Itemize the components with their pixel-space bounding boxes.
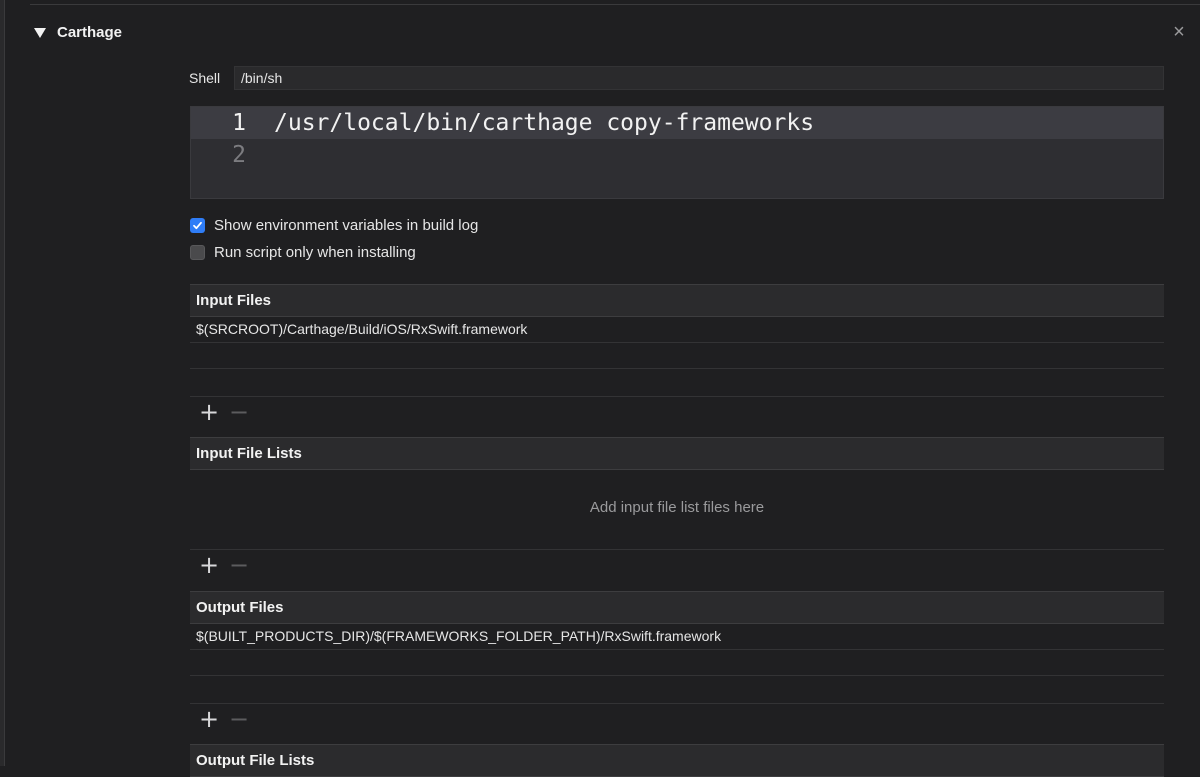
show-env-vars-checkbox[interactable] xyxy=(190,217,205,233)
remove-output-file-button[interactable]: − xyxy=(228,707,250,731)
top-divider xyxy=(30,4,1200,5)
disclosure-triangle-down-icon[interactable] xyxy=(34,27,46,38)
shell-row: Shell /bin/sh xyxy=(189,66,1164,90)
add-input-file-list-button[interactable]: + xyxy=(198,553,220,577)
script-editor[interactable]: 1 /usr/local/bin/carthage copy-framework… xyxy=(190,106,1164,199)
input-file-row[interactable] xyxy=(190,343,1164,369)
show-env-vars-option[interactable]: Show environment variables in build log xyxy=(190,215,478,235)
run-when-installing-checkbox[interactable] xyxy=(190,244,205,260)
remove-input-file-button[interactable]: − xyxy=(228,400,250,424)
add-output-file-button[interactable]: + xyxy=(198,707,220,731)
input-file-lists-controls: + − xyxy=(190,549,1164,580)
output-file-lists-header: Output File Lists xyxy=(190,744,1164,777)
left-border xyxy=(0,0,5,766)
show-env-vars-label: Show environment variables in build log xyxy=(214,216,479,234)
build-phase-title: Carthage xyxy=(57,23,123,41)
run-when-installing-label: Run script only when installing xyxy=(214,243,416,261)
code-text[interactable]: /usr/local/bin/carthage copy-frameworks xyxy=(274,110,814,136)
shell-label: Shell xyxy=(189,70,221,86)
input-files-header: Input Files xyxy=(190,284,1164,317)
input-files-controls: + − xyxy=(190,396,1164,427)
shell-input[interactable]: /bin/sh xyxy=(234,66,1164,90)
input-file-lists-placeholder: Add input file list files here xyxy=(589,499,765,516)
output-files-controls: + − xyxy=(190,703,1164,734)
output-files-header: Output Files xyxy=(190,591,1164,624)
checkmark-icon xyxy=(193,221,202,229)
close-icon[interactable]: × xyxy=(1170,21,1188,43)
code-line[interactable]: 1 /usr/local/bin/carthage copy-framework… xyxy=(191,107,1163,139)
remove-input-file-list-button[interactable]: − xyxy=(228,553,250,577)
run-when-installing-option[interactable]: Run script only when installing xyxy=(190,242,416,262)
output-file-row[interactable] xyxy=(190,650,1164,676)
add-input-file-button[interactable]: + xyxy=(198,400,220,424)
line-number: 2 xyxy=(232,142,246,168)
input-file-row[interactable]: $(SRCROOT)/Carthage/Build/iOS/RxSwift.fr… xyxy=(190,317,1164,343)
line-number: 1 xyxy=(232,110,246,136)
output-file-row[interactable]: $(BUILT_PRODUCTS_DIR)/$(FRAMEWORKS_FOLDE… xyxy=(190,624,1164,650)
code-line[interactable]: 2 xyxy=(191,139,1163,171)
build-phase-header[interactable]: Carthage xyxy=(34,20,122,44)
input-file-lists-header: Input File Lists xyxy=(190,437,1164,470)
